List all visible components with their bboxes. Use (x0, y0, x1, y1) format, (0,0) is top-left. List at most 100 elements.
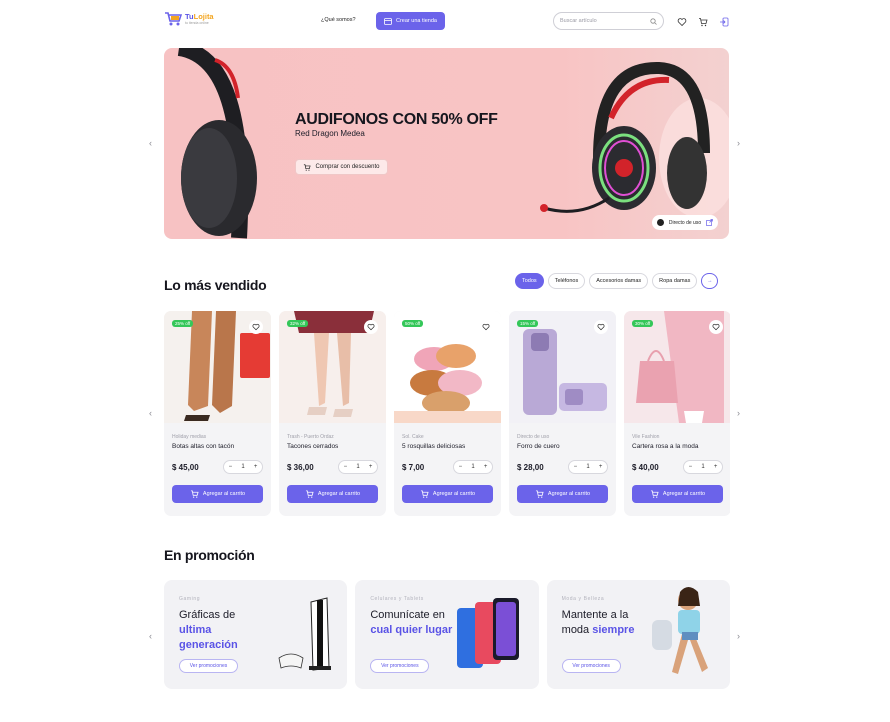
quantity-stepper[interactable]: − 1 + (223, 460, 263, 474)
arrow-right-icon[interactable]: → (701, 273, 719, 289)
logo[interactable]: TuLojita tu tienda online (164, 11, 214, 27)
product-card[interactable]: 50% off Sol. Cake 5 rosquillas deliciosa… (394, 311, 501, 516)
product-name: Cartera rosa a la moda (632, 443, 699, 450)
plus-icon[interactable]: + (714, 464, 718, 470)
chevron-left-icon[interactable]: ‹ (149, 138, 152, 148)
product-name: Forro de cuero (517, 443, 560, 450)
cart-icon (650, 490, 659, 498)
view-promotions-button[interactable]: Ver promociones (179, 659, 238, 673)
add-to-cart-button[interactable]: Agregar al carrito (172, 485, 263, 503)
minus-icon[interactable]: − (344, 464, 348, 470)
quantity-value: 1 (471, 464, 475, 470)
chevron-left-icon[interactable]: ‹ (149, 408, 152, 418)
add-to-cart-button[interactable]: Agregar al carrito (287, 485, 378, 503)
view-promotions-button[interactable]: Ver promociones (561, 659, 621, 673)
headset-image (540, 61, 729, 218)
plus-icon[interactable]: + (254, 464, 258, 470)
create-store-label: Crear una tienda (396, 18, 437, 24)
about-link[interactable]: ¿Qué somos? (321, 17, 356, 23)
chevron-left-icon[interactable]: ‹ (149, 631, 152, 641)
minus-icon[interactable]: − (574, 464, 578, 470)
minus-icon[interactable]: − (459, 464, 463, 470)
console-image (278, 597, 332, 671)
add-to-cart-button[interactable]: Agregar al carrito (632, 485, 723, 503)
search-input[interactable] (560, 18, 650, 24)
heart-icon[interactable] (594, 320, 608, 334)
chevron-right-icon[interactable]: › (737, 138, 740, 148)
minus-icon[interactable]: − (229, 464, 233, 470)
cart-icon (535, 490, 544, 498)
promo-card-fashion[interactable]: Moda y Belleza Mantente a la moda siempr… (546, 580, 730, 689)
product-card[interactable]: 30% off Vile Fashion Cartera rosa a la m… (624, 311, 730, 516)
discount-badge: 50% off (402, 320, 424, 327)
minus-icon[interactable]: − (689, 464, 693, 470)
product-card[interactable]: 15% off Directo de uso Forro de cuero $ … (509, 311, 616, 516)
cart-icon (190, 490, 199, 498)
search-box[interactable] (553, 12, 664, 30)
search-icon (650, 17, 657, 25)
quantity-value: 1 (241, 464, 245, 470)
heart-icon[interactable] (249, 320, 263, 334)
filter-phones[interactable]: Teléfonos (547, 273, 586, 289)
buy-discount-button[interactable]: Comprar con descuento (295, 159, 388, 175)
add-to-cart-label: Agregar al carrito (432, 491, 476, 497)
promo-card-gaming[interactable]: Gaming Gráficas de ultima generación Ver… (164, 580, 348, 689)
product-name: Tacones cerrados (287, 443, 339, 450)
quantity-value: 1 (356, 464, 360, 470)
quantity-stepper[interactable]: − 1 + (338, 460, 378, 474)
plus-icon[interactable]: + (369, 464, 373, 470)
promo-card-phones[interactable]: Celulares y Tablets Comunícate en cual q… (355, 580, 539, 689)
login-icon[interactable] (719, 14, 729, 27)
heart-icon[interactable] (479, 320, 493, 334)
create-store-button[interactable]: Crear una tienda (376, 12, 445, 30)
store-avatar (657, 219, 664, 226)
product-carousel: 25% off Holiday medias Botas altas con t… (164, 311, 730, 516)
heart-icon[interactable] (709, 320, 723, 334)
hero-subtitle: Red Dragon Medea (295, 129, 365, 138)
promo-category: Celulares y Tablets (370, 596, 424, 602)
add-to-cart-label: Agregar al carrito (662, 491, 706, 497)
add-to-cart-button[interactable]: Agregar al carrito (517, 485, 608, 503)
quantity-stepper[interactable]: − 1 + (683, 460, 723, 474)
store-name: Directo de uso (517, 434, 550, 440)
cart-icon[interactable] (698, 14, 708, 27)
chevron-right-icon[interactable]: › (737, 408, 740, 418)
store-name: Trash - Puerto Ordaz (287, 434, 334, 440)
direct-use-label: Directo de uso (668, 219, 702, 226)
add-to-cart-label: Agregar al carrito (547, 491, 591, 497)
product-card[interactable]: 25% off Holiday medias Botas altas con t… (164, 311, 271, 516)
heart-icon[interactable] (364, 320, 378, 334)
view-promotions-button[interactable]: Ver promociones (370, 659, 430, 673)
product-price: $ 36,00 (287, 463, 314, 472)
plus-icon[interactable]: + (599, 464, 603, 470)
store-icon (384, 17, 392, 25)
product-name: Botas altas con tacón (172, 443, 235, 450)
product-card[interactable]: 32% off Trash - Puerto Ordaz Tacones cer… (279, 311, 386, 516)
discount-badge: 30% off (632, 320, 654, 327)
cart-icon (304, 163, 312, 171)
heart-icon[interactable] (677, 14, 687, 27)
quantity-value: 1 (701, 464, 705, 470)
category-filters: Todos Teléfonos Accesorios damas Ropa da… (515, 273, 719, 289)
discount-badge: 32% off (287, 320, 309, 327)
filter-women-clothing[interactable]: Ropa damas (652, 273, 698, 289)
filter-women-accessories[interactable]: Accesorios damas (589, 273, 649, 289)
discount-badge: 15% off (517, 320, 539, 327)
external-link-icon (706, 219, 713, 226)
quantity-stepper[interactable]: − 1 + (453, 460, 493, 474)
plus-icon[interactable]: + (484, 464, 488, 470)
quantity-stepper[interactable]: − 1 + (568, 460, 608, 474)
cart-icon (305, 490, 314, 498)
promo-category: Moda y Belleza (561, 596, 605, 602)
add-to-cart-button[interactable]: Agregar al carrito (402, 485, 493, 503)
buy-discount-label: Comprar con descuento (315, 164, 380, 170)
promotions-title: En promoción (164, 547, 255, 563)
direct-use-badge[interactable]: Directo de uso (652, 215, 718, 230)
fashion-model-image (651, 587, 708, 674)
hero-banner: AUDIFONOS CON 50% OFF Red Dragon Medea C… (164, 48, 729, 239)
product-price: $ 28,00 (517, 463, 544, 472)
filter-all[interactable]: Todos (515, 273, 544, 289)
chevron-right-icon[interactable]: › (737, 631, 740, 641)
headphone-left-image (177, 48, 257, 239)
store-name: Sol. Cake (402, 434, 424, 440)
